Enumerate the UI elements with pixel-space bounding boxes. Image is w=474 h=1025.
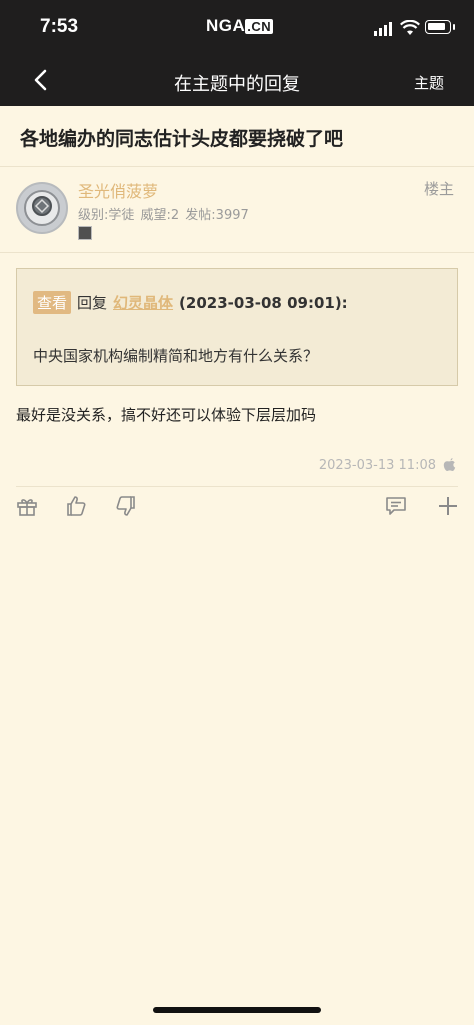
author-tag: 楼主 — [423, 180, 454, 198]
quoted-user-link[interactable]: 幻灵晶体 — [113, 294, 173, 312]
quoted-datetime: (2023-03-08 09:01): — [179, 294, 348, 312]
quote-header: 查看 回复 幻灵晶体 (2023-03-08 09:01): — [33, 291, 348, 314]
nav-bar: 在主题中的回复 主题 — [0, 56, 474, 106]
thumbs-up-icon[interactable] — [64, 494, 88, 518]
topic-button[interactable]: 主题 — [414, 72, 444, 93]
user-badge-icon — [78, 226, 92, 240]
signal-icon — [374, 22, 396, 36]
status-time: 7:53 — [40, 16, 79, 37]
plus-icon[interactable] — [436, 494, 460, 518]
post-content: 最好是没关系，搞不好还可以体验下层层加码 — [16, 406, 317, 424]
carrier-logo: NGA .CN — [206, 16, 274, 36]
comment-icon[interactable] — [384, 494, 408, 518]
battery-icon — [425, 20, 451, 34]
page-title: 在主题中的回复 — [174, 74, 300, 95]
quoted-text: 中央国家机构编制精简和地方有什么关系？ — [33, 347, 319, 365]
divider — [0, 166, 474, 167]
divider — [0, 252, 474, 253]
status-bar: 7:53 NGA .CN — [0, 0, 474, 56]
thumbs-down-icon[interactable] — [114, 494, 138, 518]
divider — [16, 486, 458, 487]
avatar[interactable] — [16, 182, 68, 234]
quote-box: 查看 回复 幻灵晶体 (2023-03-08 09:01): 中央国家机构编制精简和地… — [16, 268, 458, 386]
diving-helmet-icon — [24, 190, 60, 226]
topic-title: 各地编办的同志估计头皮都要挠破了吧 — [20, 128, 344, 150]
carrier-suffix: .CN — [245, 19, 274, 34]
gift-icon[interactable] — [15, 494, 39, 518]
wifi-icon — [400, 20, 420, 35]
author-name[interactable]: 圣光俏菠萝 — [78, 178, 158, 202]
carrier-name: NGA — [206, 16, 246, 35]
battery-tip — [453, 24, 455, 30]
apple-icon — [443, 458, 456, 471]
reply-label: 回复 — [77, 294, 108, 312]
home-indicator[interactable] — [153, 1007, 321, 1013]
post-timestamp: 2023-03-13 11:08 — [318, 458, 436, 473]
author-meta: 级别:学徒 威望:2 发帖:3997 — [78, 208, 249, 223]
view-quote-button[interactable]: 查看 — [33, 291, 72, 314]
